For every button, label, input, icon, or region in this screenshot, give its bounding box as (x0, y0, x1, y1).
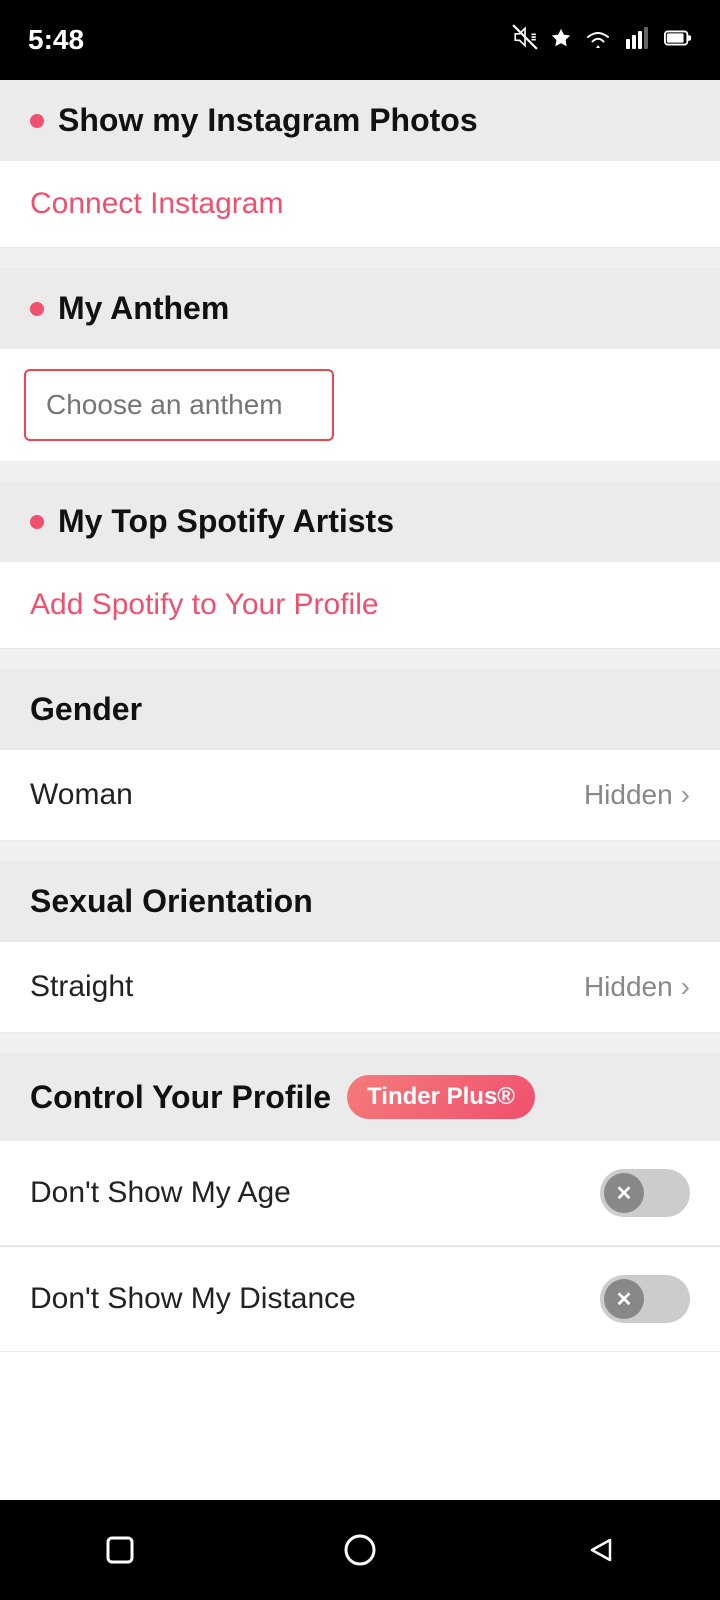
x-icon-2: ✕ (616, 1287, 633, 1312)
gender-title: Gender (30, 691, 142, 728)
connect-instagram-link[interactable]: Connect Instagram (30, 187, 283, 220)
anthem-input-wrapper (0, 349, 720, 461)
tinder-plus-badge: Tinder Plus® (347, 1075, 535, 1119)
instagram-title: Show my Instagram Photos (58, 102, 478, 139)
status-bar: 5:48 (0, 0, 720, 80)
gender-value: Woman (30, 778, 133, 812)
back-button[interactable] (576, 1526, 624, 1574)
anthem-input[interactable] (24, 369, 334, 441)
dont-show-distance-toggle-track[interactable]: ✕ (600, 1275, 690, 1323)
x-icon: ✕ (616, 1181, 633, 1206)
anthem-title: My Anthem (58, 290, 229, 327)
dont-show-age-label: Don't Show My Age (30, 1176, 291, 1210)
dont-show-age-toggle-thumb: ✕ (604, 1173, 644, 1213)
gender-visibility: Hidden › (584, 779, 690, 811)
spotify-title: My Top Spotify Artists (58, 503, 394, 540)
gender-section-header: Gender (0, 669, 720, 750)
sexual-orientation-section-header: Sexual Orientation (0, 861, 720, 942)
spotify-dot (30, 515, 44, 529)
sexual-orientation-row[interactable]: Straight Hidden › (0, 942, 720, 1033)
anthem-section-header: My Anthem (0, 268, 720, 349)
anthem-dot (30, 302, 44, 316)
mute-icon (512, 24, 538, 57)
sexual-orientation-chevron: › (681, 971, 690, 1003)
sexual-orientation-title: Sexual Orientation (30, 883, 313, 920)
add-spotify-row[interactable]: Add Spotify to Your Profile (0, 562, 720, 649)
dont-show-age-toggle-track[interactable]: ✕ (600, 1169, 690, 1217)
dont-show-distance-label: Don't Show My Distance (30, 1282, 356, 1316)
instagram-dot (30, 114, 44, 128)
home-button[interactable] (336, 1526, 384, 1574)
recents-button[interactable] (96, 1526, 144, 1574)
add-spotify-link[interactable]: Add Spotify to Your Profile (30, 588, 379, 621)
gender-chevron: › (681, 779, 690, 811)
control-profile-title: Control Your Profile (30, 1079, 331, 1116)
signal-icon (624, 24, 652, 56)
dont-show-distance-row: Don't Show My Distance ✕ (0, 1247, 720, 1352)
main-content: Show my Instagram Photos Connect Instagr… (0, 80, 720, 1500)
wifi-icon (584, 24, 612, 56)
gender-row[interactable]: Woman Hidden › (0, 750, 720, 841)
bottom-nav (0, 1500, 720, 1600)
control-profile-section-header: Control Your Profile Tinder Plus® (0, 1053, 720, 1141)
dont-show-distance-toggle-thumb: ✕ (604, 1279, 644, 1319)
dont-show-age-toggle[interactable]: ✕ (600, 1169, 690, 1217)
instagram-section-header: Show my Instagram Photos (0, 80, 720, 161)
battery-icon (664, 24, 692, 56)
connect-instagram-row[interactable]: Connect Instagram (0, 161, 720, 248)
sexual-orientation-value: Straight (30, 970, 133, 1004)
dont-show-distance-toggle[interactable]: ✕ (600, 1275, 690, 1323)
dont-show-age-row: Don't Show My Age ✕ (0, 1141, 720, 1246)
assistant-icon (550, 24, 572, 56)
spotify-section-header: My Top Spotify Artists (0, 481, 720, 562)
sexual-orientation-visibility: Hidden › (584, 971, 690, 1003)
status-time: 5:48 (28, 24, 84, 56)
status-icons (512, 24, 692, 57)
